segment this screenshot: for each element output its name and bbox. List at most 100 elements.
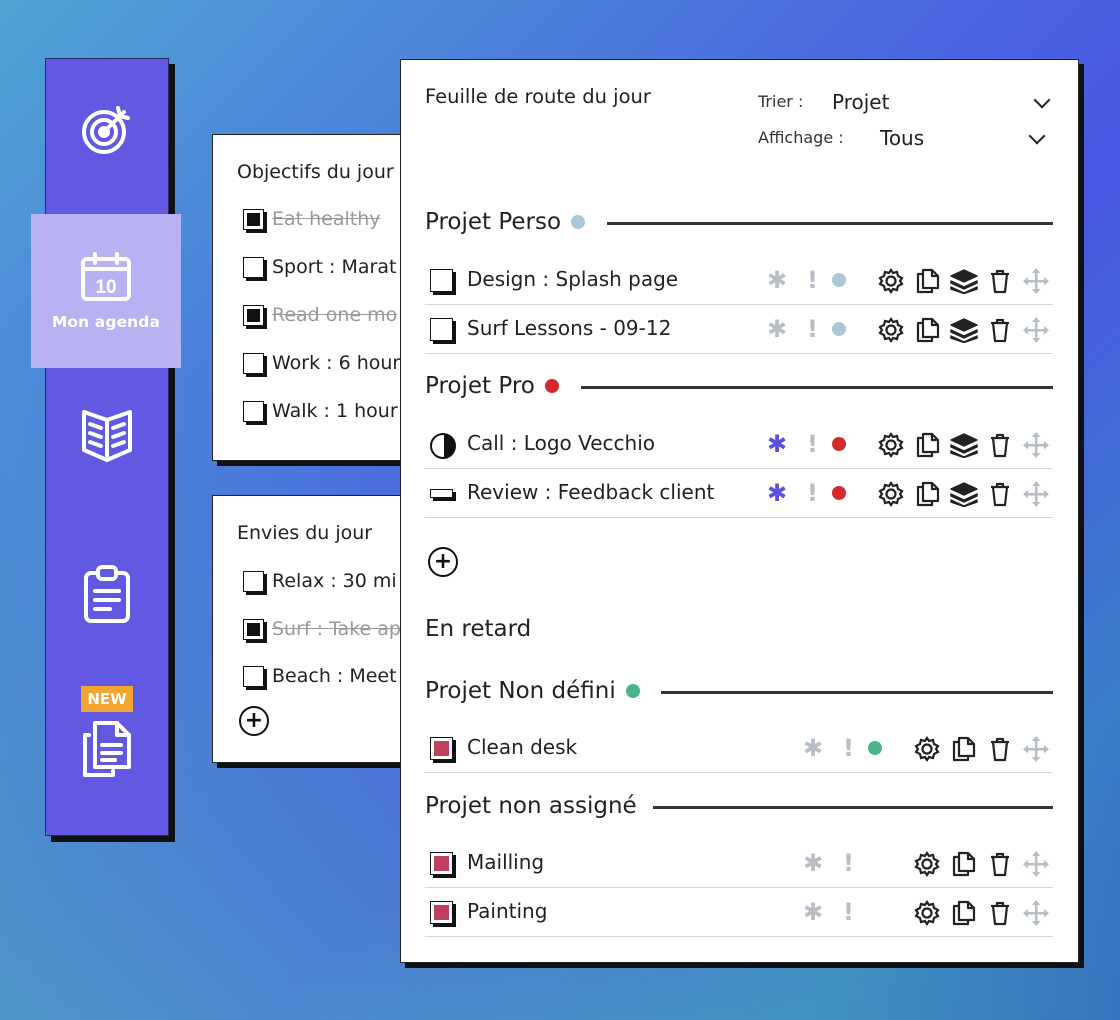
gear-icon[interactable] [878, 432, 904, 458]
plus-circle-icon[interactable]: + [428, 547, 458, 577]
copy-icon[interactable] [916, 268, 940, 294]
sidebar-item-documents[interactable] [46, 709, 168, 789]
checkbox[interactable] [243, 304, 264, 326]
gear-icon[interactable] [878, 317, 904, 343]
display-select[interactable]: Tous [880, 126, 924, 150]
task-label: Call : Logo Vecchio [467, 431, 655, 455]
checkbox[interactable] [243, 352, 264, 374]
task-status-half-icon[interactable] [430, 433, 456, 459]
trash-icon[interactable] [989, 851, 1011, 877]
wishes-card: Envies du jour Relax : 30 mi Surf : Take… [212, 495, 414, 763]
table-row[interactable]: Call : Logo Vecchio ✱ ! [425, 420, 1053, 469]
project-heading: Projet Perso [425, 209, 586, 235]
layers-icon[interactable] [950, 481, 978, 507]
roadmap-card: Feuille de route du jour Trier : Projet … [400, 59, 1079, 963]
list-item-label: Beach : Meet [272, 665, 397, 687]
trash-icon[interactable] [989, 900, 1011, 926]
layers-icon[interactable] [950, 268, 978, 294]
priority-icon[interactable]: ! [807, 432, 818, 456]
project-color-dot [625, 684, 640, 698]
trash-icon[interactable] [989, 432, 1011, 458]
checkbox[interactable] [243, 618, 264, 640]
priority-icon[interactable]: ! [807, 268, 818, 292]
priority-icon[interactable]: ! [843, 736, 854, 760]
asterisk-icon[interactable]: ✱ [803, 900, 823, 924]
sort-select[interactable]: Projet [832, 90, 889, 114]
move-icon[interactable] [1023, 900, 1049, 926]
checkbox[interactable] [243, 665, 264, 687]
table-row[interactable]: Clean desk ✱ ! [425, 724, 1053, 773]
task-checkbox[interactable] [430, 852, 453, 875]
list-item[interactable]: Relax : 30 mi [243, 570, 397, 592]
table-row[interactable]: Design : Splash page ✱ ! [425, 256, 1053, 305]
trash-icon[interactable] [989, 268, 1011, 294]
list-item[interactable]: Beach : Meet [243, 665, 397, 687]
priority-icon[interactable]: ! [807, 481, 818, 505]
chevron-down-icon[interactable] [1028, 127, 1046, 145]
task-checkbox[interactable] [430, 737, 453, 760]
checkbox[interactable] [243, 570, 264, 592]
task-checkbox[interactable] [430, 901, 453, 924]
gear-icon[interactable] [914, 900, 940, 926]
move-icon[interactable] [1023, 432, 1049, 458]
layers-icon[interactable] [950, 317, 978, 343]
move-icon[interactable] [1023, 481, 1049, 507]
chevron-down-icon[interactable] [1033, 91, 1051, 109]
card-title: Envies du jour [237, 522, 373, 544]
trash-icon[interactable] [989, 736, 1011, 762]
task-status-bar-icon[interactable] [430, 489, 453, 498]
move-icon[interactable] [1023, 268, 1049, 294]
table-row[interactable]: Review : Feedback client ✱ ! [425, 469, 1053, 518]
trash-icon[interactable] [989, 317, 1011, 343]
task-checkbox[interactable] [430, 269, 453, 292]
trash-icon[interactable] [989, 481, 1011, 507]
priority-icon[interactable]: ! [843, 851, 854, 875]
project-label: Projet Perso [425, 209, 562, 235]
copy-icon[interactable] [916, 481, 940, 507]
asterisk-icon[interactable]: ✱ [803, 736, 823, 760]
plus-circle-icon[interactable]: + [239, 706, 269, 736]
asterisk-icon[interactable]: ✱ [767, 432, 787, 456]
sidebar-item-tasks[interactable] [46, 554, 168, 634]
checkbox[interactable] [243, 208, 264, 230]
move-icon[interactable] [1023, 317, 1049, 343]
gear-icon[interactable] [914, 736, 940, 762]
sidebar-item-agenda[interactable]: 10 Mon agenda [31, 214, 181, 368]
task-label: Design : Splash page [467, 267, 679, 291]
sidebar-item-goals[interactable] [46, 89, 168, 169]
table-row[interactable]: Mailling ✱ ! [425, 839, 1053, 888]
copy-icon[interactable] [952, 736, 976, 762]
copy-icon[interactable] [916, 317, 940, 343]
list-item[interactable]: Work : 6 hour [243, 352, 400, 374]
project-dot-icon [832, 322, 846, 336]
move-icon[interactable] [1023, 851, 1049, 877]
list-item[interactable]: Read one mo [243, 304, 397, 326]
asterisk-icon[interactable]: ✱ [767, 481, 787, 505]
asterisk-icon[interactable]: ✱ [803, 851, 823, 875]
checkbox[interactable] [243, 400, 264, 422]
priority-icon[interactable]: ! [807, 317, 818, 341]
project-heading: Projet Pro [425, 373, 559, 399]
layers-icon[interactable] [950, 432, 978, 458]
list-item[interactable]: Eat healthy [243, 208, 381, 230]
copy-icon[interactable] [916, 432, 940, 458]
checkbox[interactable] [243, 256, 264, 278]
list-item-label: Sport : Marat [272, 256, 397, 278]
gear-icon[interactable] [878, 481, 904, 507]
asterisk-icon[interactable]: ✱ [767, 268, 787, 292]
sidebar-item-journal[interactable] [46, 381, 168, 491]
task-checkbox[interactable] [430, 318, 453, 341]
table-row[interactable]: Surf Lessons - 09-12 ✱ ! [425, 305, 1053, 354]
copy-icon[interactable] [952, 851, 976, 877]
task-label: Mailling [467, 850, 545, 874]
list-item[interactable]: Surf : Take ap [243, 618, 401, 640]
move-icon[interactable] [1023, 736, 1049, 762]
list-item[interactable]: Sport : Marat [243, 256, 396, 278]
copy-icon[interactable] [952, 900, 976, 926]
gear-icon[interactable] [878, 268, 904, 294]
list-item[interactable]: Walk : 1 hour [243, 400, 398, 422]
table-row[interactable]: Painting ✱ ! [425, 888, 1053, 937]
asterisk-icon[interactable]: ✱ [767, 317, 787, 341]
gear-icon[interactable] [914, 851, 940, 877]
priority-icon[interactable]: ! [843, 900, 854, 924]
